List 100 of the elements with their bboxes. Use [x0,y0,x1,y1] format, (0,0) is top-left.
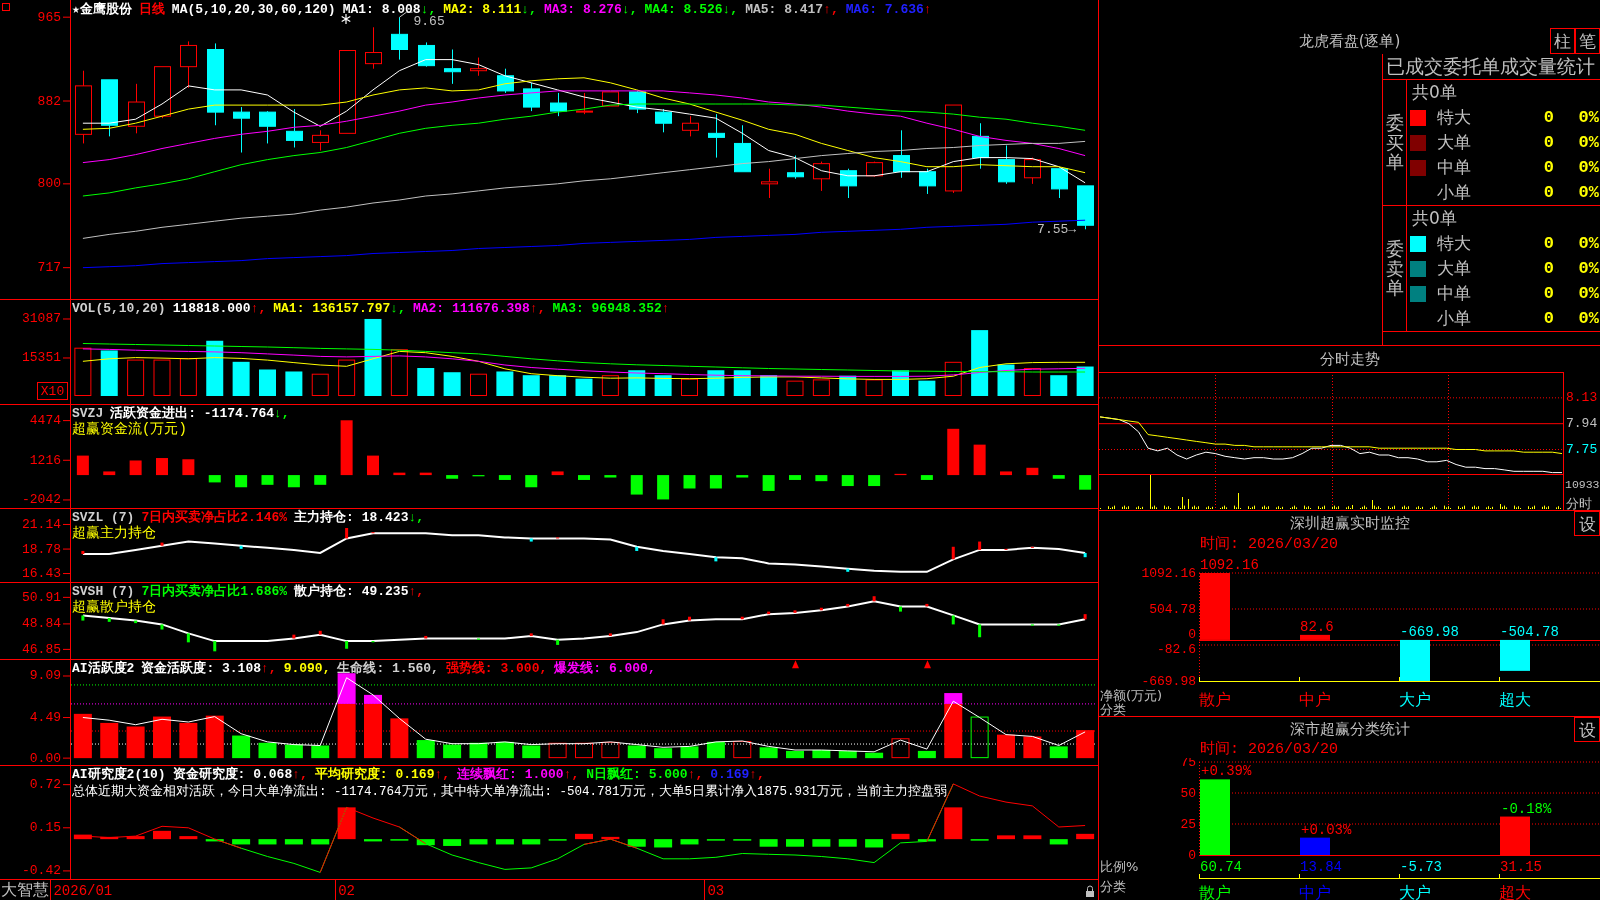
change-mark [714,557,718,562]
order-share: 0% [1577,309,1600,328]
side-label: 委卖单 [1385,238,1404,299]
candlestick [998,144,1015,185]
trend-arrow: ↓, [722,2,739,17]
volume-bar [311,373,329,396]
volume-bar [417,368,435,396]
order-size-label: 中单 [1436,282,1472,305]
timestamp: 时间: 2026/03/20 [1199,742,1340,758]
research-bar [469,839,488,845]
volume-bar [338,359,356,396]
axis-label: -2042 [22,492,61,508]
activity-bar [548,742,567,759]
view-button[interactable]: 笔 [1575,28,1600,54]
activity-bar [838,750,857,759]
change-mark [767,611,771,615]
research-bar [495,839,514,845]
trend-arrow: ↑, [261,661,277,676]
research-bar [311,839,330,845]
axis-label: 0 [1188,627,1196,643]
volume-bar [74,347,92,396]
brand-name: 大智慧 [0,880,50,900]
activity-bar [1076,730,1095,759]
candlestick [655,108,672,133]
activity-bar [575,742,593,759]
value-label: 82.6 [1300,618,1334,635]
change-mark [661,619,665,625]
activity-bar [812,750,831,759]
change-mark [793,610,797,613]
research-bar [1076,833,1095,840]
lock-icon [1086,885,1094,897]
volume-bar [153,359,171,396]
research-bar [258,839,277,845]
research-bar [838,839,857,847]
axis-label: 46.85 [22,641,61,657]
flow-bar [815,475,828,482]
axis-label: 50.91 [22,589,61,605]
indicator-readout: 平均研究度: 0.169 [314,767,435,782]
change-mark [951,615,955,625]
indicator-label: MA(5,10,20,30,60,120) [171,2,336,17]
trend-arrow: ↓, [420,2,437,17]
flow-bar [762,475,775,491]
indicator-readout: 资金研究度: 0.068 [172,767,293,782]
indicator-readout: 散户持仓: 49.235 [294,584,409,599]
volume-bar [575,378,593,396]
activity-bar [627,745,646,759]
trend-arrow: ↓, [521,2,537,17]
view-button[interactable]: 柱 [1550,28,1575,54]
order-count: 0 [1542,309,1554,328]
flow-bar [973,444,986,476]
flow-bar [604,475,617,478]
settings-button[interactable]: 设 [1574,511,1600,536]
change-mark [978,541,982,550]
indicator-label: SVSH (7) [72,584,135,599]
indicator-label: SVZL (7) [72,510,135,525]
candlestick [866,161,883,178]
change-mark [292,634,296,639]
indicator-readout: MA3: 8.276 [543,2,622,17]
research-bar [812,839,831,847]
activity-bar [390,718,409,759]
flow-bar [630,475,643,495]
axis-label: 9.09 [29,668,61,684]
axis-label: 10933 [1565,477,1600,491]
volume-bar [865,379,883,396]
axis-label: 50 [1180,785,1196,801]
volume-bar [390,349,408,396]
category-label: 超大 [1499,690,1531,709]
indicator-readout: 连续飘红: 1.000 [457,767,564,782]
flow-bar [419,472,432,476]
research-bar [179,836,198,840]
settings-button[interactable]: 设 [1574,717,1600,742]
axis-label: 882 [37,93,61,109]
volume-bar [681,378,698,396]
flow-bar [208,475,221,483]
flow-bar [156,458,168,476]
activity-bar [1023,736,1042,759]
candlestick [787,155,804,180]
research-bar [786,839,804,847]
research-bar [891,833,910,840]
timestamp: 时间: 2026/03/20 [1199,536,1340,553]
research-bar [680,839,699,845]
activity-bar [153,716,171,759]
trend-arrow: ↑, [434,767,451,782]
change-mark [635,546,639,551]
activity-bar [416,740,435,759]
activity-bar [1049,746,1068,759]
category-label: 中户 [1299,690,1331,709]
trend-arrow: ↑ [661,301,670,316]
candlestick [682,115,699,137]
panel-title: 深市超赢分类统计 [1289,720,1410,739]
order-share: 0% [1577,284,1600,303]
change-mark [160,624,164,630]
value-label: 31.15 [1500,859,1542,875]
axis-label: 800 [37,176,61,192]
order-size-label: 特大 [1436,106,1472,129]
indicator-label: ★金鹰股份 [72,2,132,17]
flow-bar [1079,475,1092,490]
trend-arrow: ↑, [749,767,765,782]
activity-bar [100,722,119,759]
activity-bar [232,735,251,759]
